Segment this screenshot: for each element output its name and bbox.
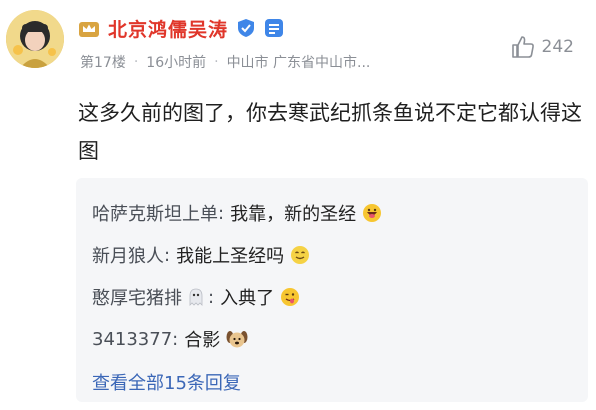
reply-list: 哈萨克斯坦上单 : 我靠，新的圣经 新月狼人 : 我能上圣经吗 憨厚宅猪排: … xyxy=(76,178,588,402)
reply-item[interactable]: 哈萨克斯坦上单 : 我靠，新的圣经 xyxy=(92,192,572,234)
reply-text: 合影 xyxy=(184,330,221,351)
post-time: 16小时前 xyxy=(146,55,207,71)
like-button[interactable]: 242 xyxy=(510,34,574,60)
reply-item[interactable]: 3413377 : 合影 xyxy=(92,318,572,360)
verified-shield-icon xyxy=(236,18,256,38)
reply-item[interactable]: 憨厚宅猪排 : 入典了 xyxy=(92,276,572,318)
reply-text: 我能上圣经吗 xyxy=(176,246,285,267)
reply-text: 入典了 xyxy=(220,288,275,309)
meta-row: 第17楼 · 16小时前 · 中山市 广东省中山市... xyxy=(80,52,370,72)
reply-separator: : xyxy=(172,328,179,350)
reply-author[interactable]: 3413377 xyxy=(92,329,172,350)
post-location: 中山市 广东省中山市... xyxy=(226,55,371,71)
reply-author[interactable]: 憨厚宅猪排 xyxy=(92,284,182,310)
comment-text: 这多久前的图了，你去寒武纪抓条鱼说不定它都认得这图 xyxy=(78,101,582,163)
username[interactable]: 北京鸿儒吴涛 xyxy=(108,15,228,42)
floor-number: 第17楼 xyxy=(80,55,126,71)
meta-separator: · xyxy=(214,54,219,70)
reply-text: 我靠，新的圣经 xyxy=(230,204,357,225)
reply-separator: : xyxy=(164,244,171,266)
reply-item[interactable]: 新月狼人 : 我能上圣经吗 xyxy=(92,234,572,276)
ghost-icon xyxy=(186,287,206,307)
avatar[interactable] xyxy=(6,10,64,68)
like-count: 242 xyxy=(541,37,574,57)
thumbs-up-icon xyxy=(511,36,534,58)
comment-card: 北京鸿儒吴涛 第17楼 · 16小时前 · 中山市 广东省中山市... 242 … xyxy=(0,0,596,410)
winking-tongue-emoji-icon xyxy=(280,287,300,307)
avatar-image xyxy=(6,10,64,68)
dog-face-emoji-icon xyxy=(226,329,248,349)
vip-crown-icon xyxy=(78,18,100,38)
level-badge-icon xyxy=(264,18,284,38)
meta-separator: · xyxy=(133,54,139,70)
reply-author[interactable]: 哈萨克斯坦上单 xyxy=(92,200,218,226)
grinning-tongue-emoji-icon xyxy=(362,203,382,223)
smiling-face-emoji-icon xyxy=(290,245,310,265)
header-row: 北京鸿儒吴涛 xyxy=(78,14,284,42)
reply-author[interactable]: 新月狼人 xyxy=(92,242,164,268)
view-all-replies-link[interactable]: 查看全部15条回复 xyxy=(92,362,572,402)
reply-separator: : xyxy=(208,286,215,308)
reply-separator: : xyxy=(218,202,225,224)
